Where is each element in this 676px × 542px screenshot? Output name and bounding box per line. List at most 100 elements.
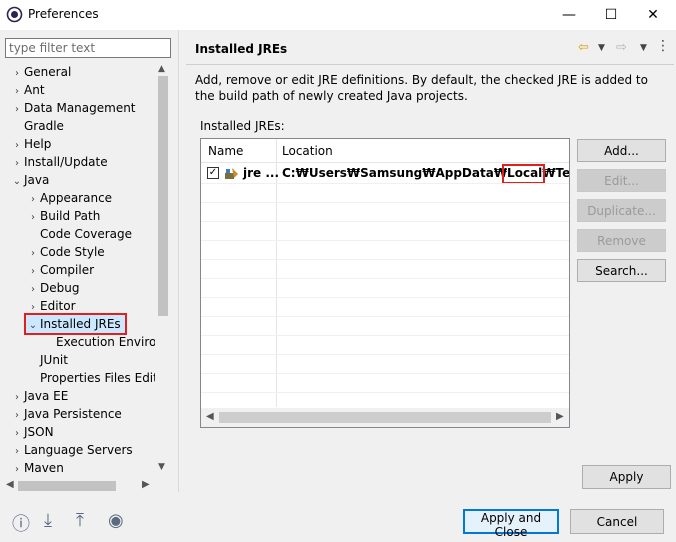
maximize-button[interactable]: ☐ xyxy=(588,0,634,30)
jre-table[interactable]: Name Location ✓ jre ... C:₩Users₩Samsung… xyxy=(200,138,570,428)
cancel-button[interactable]: Cancel xyxy=(570,509,664,534)
table-horizontal-scrollbar[interactable]: ◀ ▶ xyxy=(201,408,569,427)
scroll-thumb[interactable] xyxy=(158,76,168,316)
tree-item[interactable]: ⌄ Installed JREs xyxy=(24,313,127,335)
tree-item-label: Data Management xyxy=(24,101,136,115)
tree-item-label: Debug xyxy=(40,281,80,295)
apply-button[interactable]: Apply xyxy=(582,465,671,489)
row-line xyxy=(201,354,569,355)
tree-item[interactable]: › Help xyxy=(10,135,51,153)
installed-jres-label: Installed JREs: xyxy=(200,119,285,133)
scroll-thumb[interactable] xyxy=(18,481,116,491)
tree-item[interactable]: › Editor xyxy=(26,297,76,315)
tree-item[interactable]: › Ant xyxy=(10,81,45,99)
back-menu-chevron-icon[interactable]: ▼ xyxy=(598,43,605,53)
scroll-left-icon[interactable]: ◀ xyxy=(206,411,214,422)
edit-button[interactable]: Edit... xyxy=(577,169,666,192)
row-line xyxy=(201,335,569,336)
tree-item-label: Installed JREs xyxy=(40,317,121,331)
row-line xyxy=(201,221,569,222)
column-header-location[interactable]: Location xyxy=(282,144,333,158)
column-header-name[interactable]: Name xyxy=(208,144,243,158)
help-icon[interactable]: ⓘ xyxy=(12,510,30,536)
expander-icon[interactable]: ⌄ xyxy=(10,173,24,191)
tree-item[interactable]: Properties Files Edito xyxy=(26,369,155,387)
preference-tree: › General › Ant › Data Management Gradle › Help ›… xyxy=(0,62,155,478)
jre-checkbox[interactable]: ✓ xyxy=(207,167,219,179)
tree-vertical-scrollbar[interactable]: ▲ ▼ xyxy=(155,62,171,478)
back-arrow-icon[interactable]: ⇦ xyxy=(578,40,589,55)
forward-arrow-icon[interactable]: ⇨ xyxy=(616,40,627,55)
tree-item-label: Properties Files Edito xyxy=(40,371,155,385)
tree-item[interactable]: › Compiler xyxy=(26,261,94,279)
row-line xyxy=(201,392,569,393)
temp-highlight-box xyxy=(502,164,545,184)
scroll-down-icon[interactable]: ▼ xyxy=(158,462,165,472)
tree-item[interactable]: › Build Path xyxy=(26,207,100,225)
tree-item-label: Help xyxy=(24,137,52,151)
jre-library-icon xyxy=(225,168,238,179)
tree-item[interactable]: › Appearance xyxy=(26,189,112,207)
tree-item-label: Code Style xyxy=(40,245,105,259)
jre-name: jre ... xyxy=(243,166,280,180)
tree-item[interactable]: Execution Environ xyxy=(42,333,155,351)
tree-item-label: Gradle xyxy=(24,119,64,133)
table-header: Name Location xyxy=(201,139,569,163)
tree-item[interactable]: › Data Management xyxy=(10,99,136,117)
apply-and-close-button[interactable]: Apply and Close xyxy=(463,509,559,539)
row-line xyxy=(201,240,569,241)
row-line xyxy=(201,183,569,184)
row-line xyxy=(201,316,569,317)
forward-menu-chevron-icon[interactable]: ▼ xyxy=(640,43,647,53)
page-navigation: ⇦ ▼ ⇨ ▼ ⋮ xyxy=(578,38,670,58)
scroll-thumb[interactable] xyxy=(219,412,551,423)
tree-item-label: Ant xyxy=(24,83,45,97)
title-separator xyxy=(186,64,674,65)
tree-item-label: Compiler xyxy=(40,263,95,277)
title-bar: Preferences — ☐ ✕ xyxy=(0,0,676,30)
import-icon[interactable]: ⤓ xyxy=(44,510,52,531)
pane-divider[interactable] xyxy=(178,30,179,492)
tree-item-label: JUnit xyxy=(40,353,68,367)
tree-item[interactable]: › Java Persistence xyxy=(10,405,122,423)
scroll-left-icon[interactable]: ◀ xyxy=(6,479,14,490)
tree-item[interactable]: › Install/Update xyxy=(10,153,108,171)
filter-input[interactable] xyxy=(5,38,171,58)
tree-item-label: Language Servers xyxy=(24,443,133,457)
duplicate-button[interactable]: Duplicate... xyxy=(577,199,666,222)
tree-item-label: General xyxy=(24,65,72,79)
tree-item[interactable]: › Language Servers xyxy=(10,441,133,459)
remove-button[interactable]: Remove xyxy=(577,229,666,252)
tree-item[interactable]: › Code Style xyxy=(26,243,105,261)
minimize-button[interactable]: — xyxy=(546,0,592,30)
tree-item[interactable]: › General xyxy=(10,63,71,81)
row-line xyxy=(201,202,569,203)
tree-item[interactable]: › Debug xyxy=(26,279,79,297)
search-button[interactable]: Search... xyxy=(577,259,666,282)
tree-item-label: Java xyxy=(24,173,50,187)
expander-icon[interactable]: ⌄ xyxy=(26,317,40,335)
expander-icon[interactable]: › xyxy=(10,461,24,478)
view-menu-icon[interactable]: ⋮ xyxy=(656,38,670,54)
tree-item[interactable]: › Java EE xyxy=(10,387,68,405)
record-icon[interactable]: ◉ xyxy=(108,510,124,531)
add-button[interactable]: Add... xyxy=(577,139,666,162)
tree-item[interactable]: JUnit xyxy=(26,351,68,369)
tree-item[interactable]: Gradle xyxy=(10,117,64,135)
tree-horizontal-scrollbar[interactable]: ◀ ▶ xyxy=(0,478,155,494)
export-icon[interactable]: ⤒ xyxy=(76,510,84,531)
scroll-right-icon[interactable]: ▶ xyxy=(142,479,150,490)
close-button[interactable]: ✕ xyxy=(630,0,676,30)
eclipse-icon xyxy=(6,6,23,23)
tree-item[interactable]: Code Coverage xyxy=(26,225,132,243)
tree-item-label: Maven xyxy=(24,461,64,475)
scroll-right-icon[interactable]: ▶ xyxy=(556,411,564,422)
row-line xyxy=(201,259,569,260)
tree-item-label: Build Path xyxy=(40,209,101,223)
tree-item-label: Install/Update xyxy=(24,155,108,169)
tree-item[interactable]: › JSON xyxy=(10,423,54,441)
tree-item[interactable]: ⌄ Java xyxy=(10,171,50,191)
tree-item-label: Code Coverage xyxy=(40,227,133,241)
tree-item[interactable]: › Maven xyxy=(10,459,64,477)
scroll-up-icon[interactable]: ▲ xyxy=(158,64,165,74)
